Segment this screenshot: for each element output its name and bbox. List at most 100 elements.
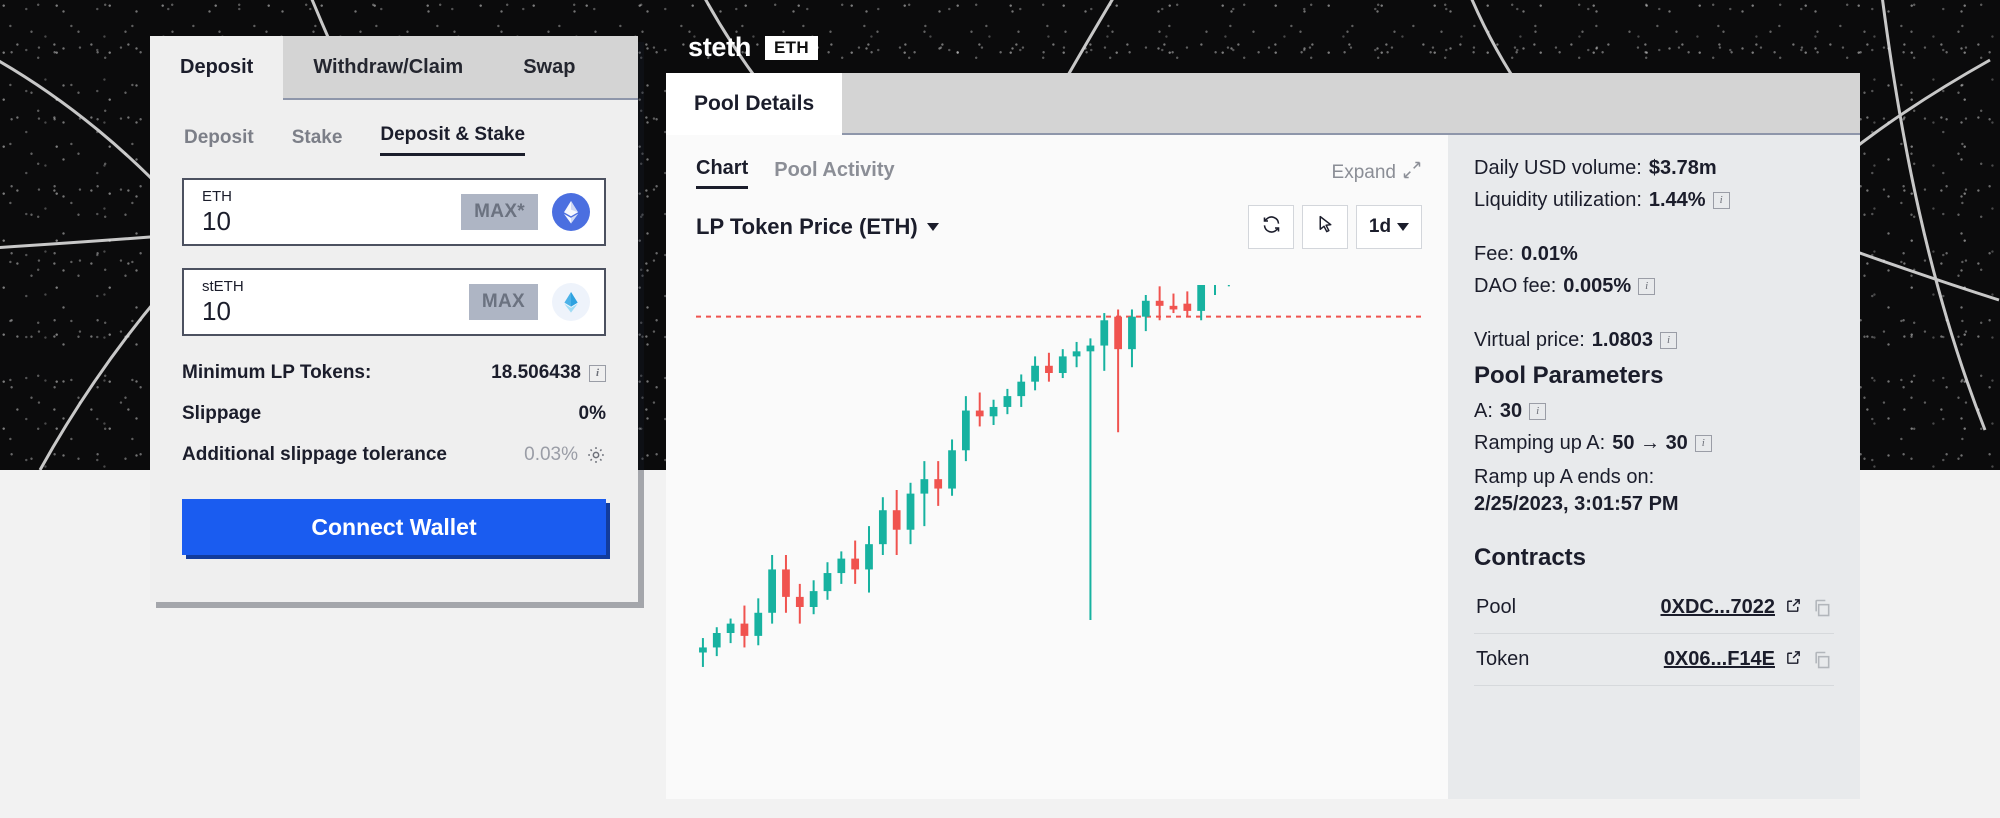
candle-body <box>892 510 901 530</box>
subtab-deposit[interactable]: Deposit <box>184 127 254 156</box>
subtab-deposit-and-stake[interactable]: Deposit & Stake <box>380 124 526 156</box>
amount-field-steth-value[interactable]: 10 <box>202 297 469 325</box>
external-link-icon-pool[interactable] <box>1785 597 1802 619</box>
stat-fee: Fee: 0.01% <box>1474 243 1834 266</box>
contract-address-pool[interactable]: 0XDC...7022 <box>1660 596 1775 619</box>
param-ramping-a-value: 50 → 30 <box>1612 432 1688 454</box>
stat-liquidity-utilization-value: 1.44% <box>1648 189 1706 211</box>
max-button-steth[interactable]: MAX <box>468 284 538 320</box>
stat-daily-volume: Daily USD volume: $3.78m <box>1474 157 1834 180</box>
refresh-icon <box>1261 214 1282 240</box>
amount-field-eth[interactable]: ETH 10 MAX* <box>182 178 606 246</box>
candle-body <box>920 479 929 494</box>
summary-row-min-lp-value-group: 18.506438 i <box>491 362 606 384</box>
deposit-summary: Minimum LP Tokens: 18.506438 i Slippage … <box>150 336 638 466</box>
contract-address-token[interactable]: 0X06...F14E <box>1664 648 1775 671</box>
info-icon-liquidity-utilization[interactable]: i <box>1712 192 1730 209</box>
subtab-stake[interactable]: Stake <box>292 127 343 156</box>
metric-selector[interactable]: LP Token Price (ETH) <box>696 214 939 240</box>
cursor-mode-button[interactable] <box>1302 205 1348 249</box>
candle-body <box>1045 365 1053 373</box>
summary-row-slippage-value: 0% <box>578 403 606 424</box>
stat-virtual-price-value: 1.0803 <box>1591 329 1653 351</box>
max-button-eth-label: MAX* <box>474 201 525 222</box>
refresh-button[interactable] <box>1248 205 1294 249</box>
param-ramp-end-label: Ramp up A ends on: <box>1474 466 1655 488</box>
amount-field-eth-value[interactable]: 10 <box>202 207 461 235</box>
summary-row-min-lp-value: 18.506438 <box>491 362 581 383</box>
info-icon-param-a[interactable]: i <box>1529 403 1547 420</box>
copy-icon-pool[interactable] <box>1812 598 1832 618</box>
tab-swap[interactable]: Swap <box>493 36 606 100</box>
candle-body <box>1114 316 1122 350</box>
contract-row-pool-label: Pool <box>1476 596 1517 618</box>
subtab-deposit-label: Deposit <box>184 127 254 148</box>
stat-daily-volume-value: $3.78m <box>1648 157 1717 179</box>
stat-virtual-price: Virtual price: 1.0803 i <box>1474 329 1834 352</box>
contract-row-token: Token 0X06...F14E <box>1474 634 1834 686</box>
info-icon-dao-fee[interactable]: i <box>1638 278 1656 295</box>
summary-row-slippage: Slippage 0% <box>182 403 606 425</box>
subtab-stake-label: Stake <box>291 127 343 148</box>
pool-title: steth ETH <box>666 32 1860 73</box>
candle-body <box>754 612 763 636</box>
cursor-icon <box>1315 214 1336 240</box>
candle-body <box>768 569 776 613</box>
expand-button[interactable]: Expand <box>1332 160 1422 186</box>
external-link-icon-token[interactable] <box>1785 649 1802 671</box>
contract-row-pool-value: 0XDC...7022 <box>1660 596 1832 619</box>
tab-pool-activity[interactable]: Pool Activity <box>774 159 894 188</box>
info-icon-min-lp[interactable]: i <box>589 364 606 382</box>
tab-pool-activity-label: Pool Activity <box>774 158 895 181</box>
candle-body <box>1100 320 1109 346</box>
param-ramp-end: Ramp up A ends on: 2/25/2023, 3:01:57 PM <box>1474 464 1834 518</box>
max-button-steth-label: MAX <box>481 291 525 312</box>
card-subtabs: Deposit Stake Deposit & Stake <box>150 100 638 156</box>
interval-selector[interactable]: 1d <box>1356 205 1422 249</box>
contracts-heading: Contracts <box>1474 544 1587 571</box>
copy-icon-token[interactable] <box>1812 650 1832 670</box>
tab-chart[interactable]: Chart <box>696 157 749 189</box>
candle-body <box>782 569 790 597</box>
candle-body <box>740 623 749 636</box>
param-a-value: 30 <box>1499 400 1523 422</box>
summary-row-min-lp-label: Minimum LP Tokens: <box>182 362 372 383</box>
param-ramping-a-label: Ramping up A: <box>1474 432 1606 454</box>
panel-tabs: Pool Details <box>666 73 1860 135</box>
interval-label: 1d <box>1368 216 1392 237</box>
panel-body: Chart Pool Activity Expand LP Token Pric… <box>666 135 1860 799</box>
chevron-down-icon-interval <box>1397 223 1410 231</box>
cta-container: Connect Wallet <box>150 485 638 555</box>
candle-body <box>712 633 721 648</box>
stat-virtual-price-label: Virtual price: <box>1474 329 1585 351</box>
candle-body <box>1086 345 1095 352</box>
tab-withdraw-claim[interactable]: Withdraw/Claim <box>283 36 494 100</box>
connect-wallet-button[interactable]: Connect Wallet <box>182 499 606 555</box>
candle-body <box>1058 356 1067 373</box>
max-button-eth[interactable]: MAX* <box>461 194 538 230</box>
candle-body <box>726 623 735 633</box>
ethereum-icon <box>552 193 590 231</box>
candlestick-chart[interactable] <box>666 285 1448 715</box>
stat-fee-label: Fee: <box>1474 243 1515 265</box>
info-icon-param-ramping-a[interactable]: i <box>1694 435 1712 452</box>
param-ramping-a: Ramping up A: 50 → 30 i <box>1474 432 1834 455</box>
chart-column: Chart Pool Activity Expand LP Token Pric… <box>666 135 1448 799</box>
deposit-card: Deposit Withdraw/Claim Swap Deposit Stak… <box>150 36 638 602</box>
connect-wallet-label: Connect Wallet <box>311 513 477 540</box>
candle-body <box>878 510 887 545</box>
candle-body <box>823 573 832 592</box>
candle-body <box>851 558 860 570</box>
info-icon-virtual-price[interactable]: i <box>1659 332 1677 349</box>
lido-steth-icon <box>552 283 590 321</box>
contract-row-pool: Pool 0XDC...7022 <box>1474 582 1834 634</box>
tab-withdraw-claim-label: Withdraw/Claim <box>313 55 464 78</box>
param-ramp-end-value: 2/25/2023, 3:01:57 PM <box>1474 493 1679 515</box>
tab-pool-details[interactable]: Pool Details <box>666 73 843 135</box>
gear-icon[interactable] <box>586 445 606 465</box>
amount-field-steth[interactable]: stETH 10 MAX <box>182 268 606 336</box>
tab-deposit[interactable]: Deposit <box>150 36 284 100</box>
expand-label: Expand <box>1331 162 1396 183</box>
stat-liquidity-utilization: Liquidity utilization: 1.44% i <box>1474 189 1834 212</box>
